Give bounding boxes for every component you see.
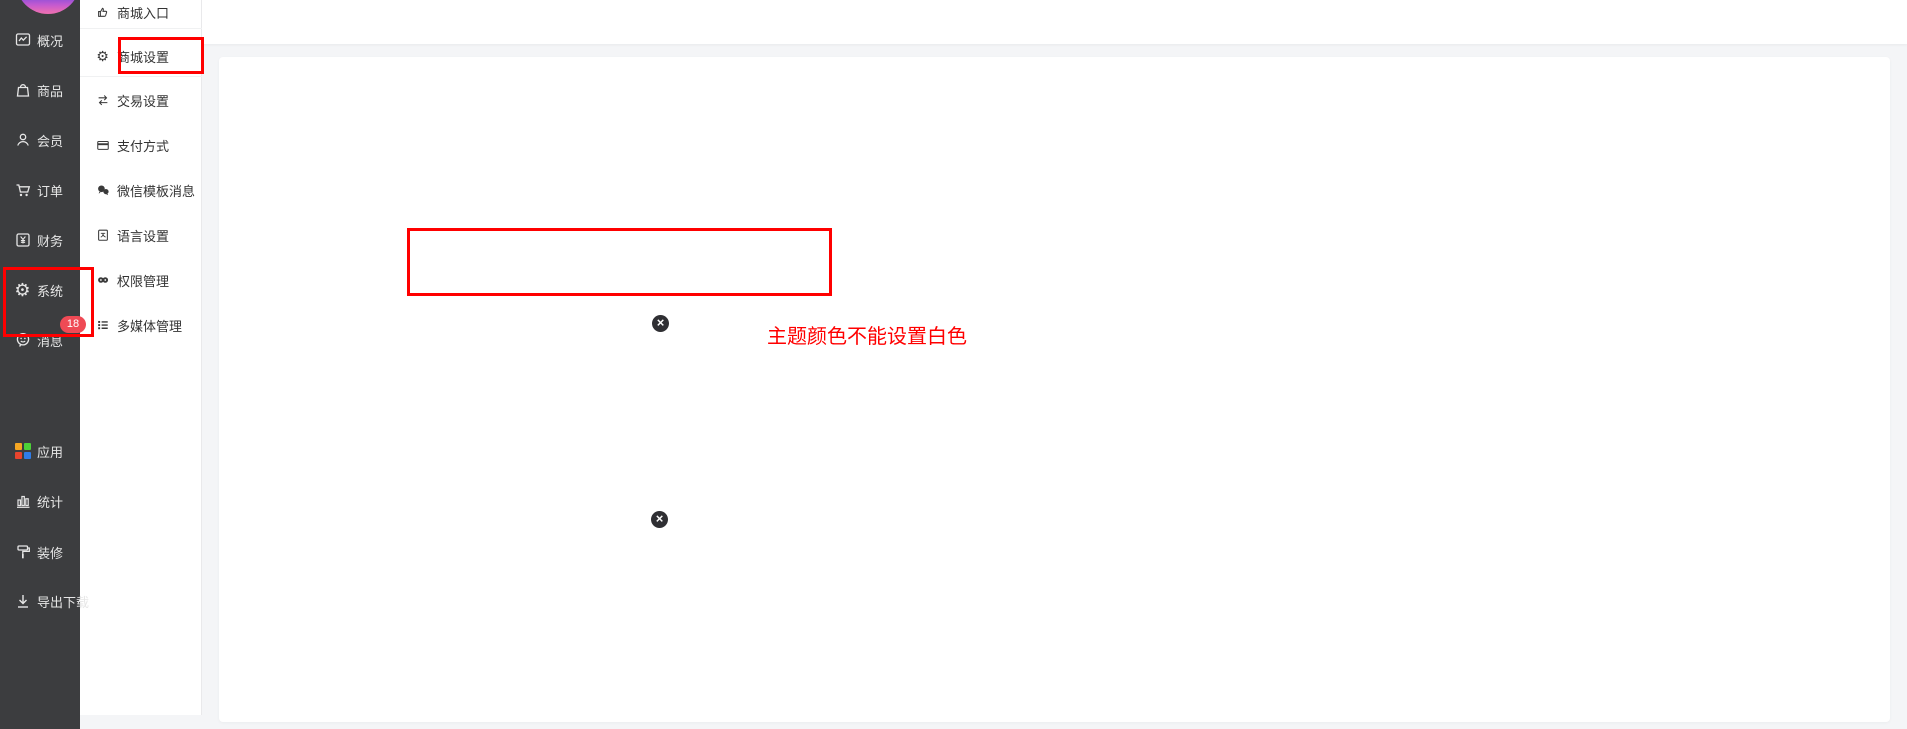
sidebar-item-label: 财务 (37, 231, 63, 250)
submenu-item-wechat-template[interactable]: 微信模板消息 (80, 175, 202, 205)
submenu-item-label: 语言设置 (117, 226, 169, 245)
annotation-text: 主题颜色不能设置白色 (767, 320, 967, 349)
submenu-item-label: 交易设置 (117, 91, 169, 110)
sidebar-item-label: 消息 (37, 331, 63, 350)
submenu-item-label: 支付方式 (117, 136, 169, 155)
sidebar-item-label: 商品 (37, 81, 63, 100)
order-icon (13, 181, 32, 200)
payment-card-icon (95, 138, 110, 153)
wechat-bubbles-icon (95, 183, 110, 198)
submenu-item-payment[interactable]: 支付方式 (80, 130, 202, 160)
system-badge: 18 (60, 316, 86, 333)
submenu-item-language[interactable]: 语言设置 (80, 220, 202, 250)
finance-icon (13, 231, 32, 250)
submenu-item-entry[interactable]: 商城入口 (80, 0, 202, 27)
sidebar-item-label: 应用 (37, 442, 63, 461)
submenu-item-label: 商城设置 (117, 47, 169, 66)
gear-icon: ⚙ (95, 49, 110, 64)
sidebar-item-label: 概况 (37, 31, 63, 50)
submenu-item-media[interactable]: 多媒体管理 (80, 310, 202, 340)
submenu-item-shop-settings[interactable]: ⚙ 商城设置 (80, 41, 202, 71)
sidebar-item-label: 订单 (37, 181, 63, 200)
sidebar-item-member[interactable]: 会员 (0, 123, 80, 157)
permission-icon (95, 273, 110, 288)
sidebar-item-label: 统计 (37, 492, 63, 511)
brand-logo (16, 0, 80, 14)
submenu-item-permission[interactable]: 权限管理 (80, 265, 202, 295)
divider (80, 28, 202, 29)
sidebar-item-apps[interactable]: 应用 (0, 434, 80, 468)
trade-icon (95, 93, 110, 108)
message-icon (13, 331, 32, 350)
mall-admin-screen: 概况 商品 会员 订单 财务 ⚙ (0, 0, 1907, 729)
submenu-item-label: 微信模板消息 (117, 181, 195, 200)
sidebar-item-export[interactable]: 导出下载 (0, 584, 80, 618)
sidebar-item-order[interactable]: 订单 (0, 173, 80, 207)
entry-icon (95, 5, 110, 20)
sidebar-item-overview[interactable]: 概况 (0, 23, 80, 57)
media-list-icon (95, 318, 110, 333)
submenu-item-trade-settings[interactable]: 交易设置 (80, 85, 202, 115)
submenu-item-label: 商城入口 (117, 3, 169, 22)
language-doc-icon (95, 228, 110, 243)
export-download-icon (13, 592, 32, 611)
apps-icon (13, 442, 32, 461)
sidebar-item-finance[interactable]: 财务 (0, 223, 80, 257)
stats-icon (13, 492, 32, 511)
logo-remove-button[interactable]: × (652, 315, 669, 332)
submenu-item-label: 多媒体管理 (117, 316, 182, 335)
divider (80, 76, 202, 77)
sidebar-item-label: 会员 (37, 131, 63, 150)
sidebar-item-stats[interactable]: 统计 (0, 484, 80, 518)
sidebar-item-label: 装修 (37, 543, 63, 562)
settings-submenu: 商城入口 ⚙ 商城设置 交易设置 支付方式 微信模板消息 (80, 0, 202, 715)
sidebar-item-label: 导出下载 (37, 592, 89, 611)
decorate-icon (13, 543, 32, 562)
member-icon (13, 131, 32, 150)
goods-icon (13, 81, 32, 100)
main-sidebar: 概况 商品 会员 订单 财务 ⚙ (0, 0, 80, 729)
system-gear-icon: ⚙ (13, 281, 32, 300)
sidebar-item-goods[interactable]: 商品 (0, 73, 80, 107)
sidebar-item-system[interactable]: ⚙ 系统 (0, 273, 80, 307)
submenu-item-label: 权限管理 (117, 271, 169, 290)
basic-settings-card (219, 57, 1890, 722)
sidebar-item-label: 系统 (37, 281, 63, 300)
poster-remove-button[interactable]: × (651, 511, 668, 528)
sidebar-item-decorate[interactable]: 装修 (0, 535, 80, 569)
overview-icon (13, 31, 32, 50)
settings-tab-bar (202, 0, 1907, 44)
